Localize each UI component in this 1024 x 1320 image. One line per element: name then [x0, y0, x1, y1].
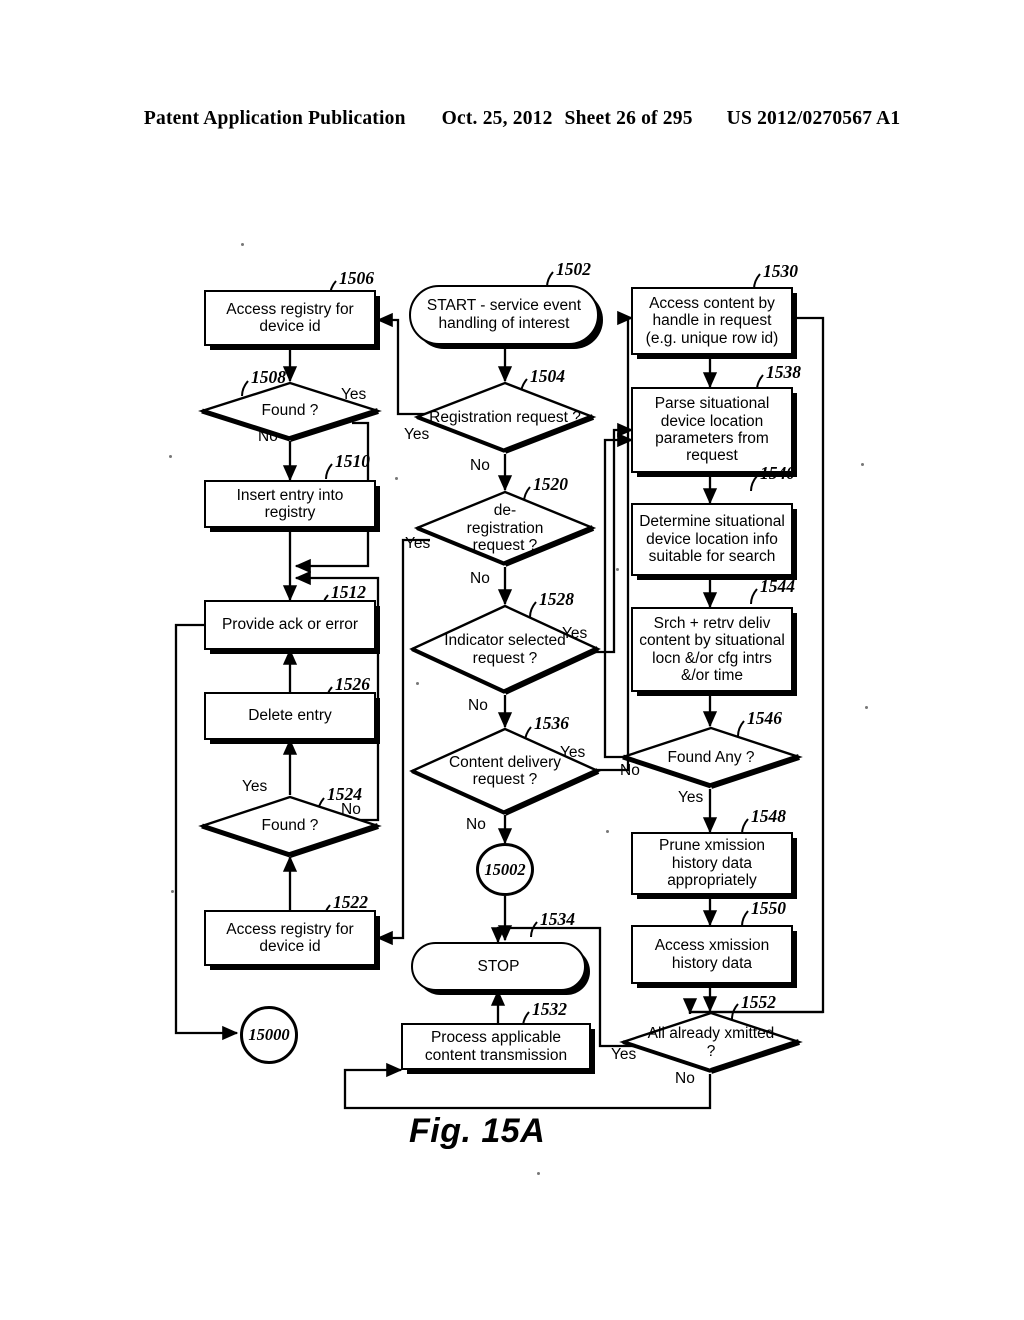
branch-label-1520-no: No	[470, 570, 490, 587]
scan-speck	[537, 1172, 540, 1175]
node-text: Prune xmission history data appropriatel…	[659, 837, 765, 890]
process-prune-xmission-history-1548: Prune xmission history data appropriatel…	[631, 832, 793, 895]
scan-speck	[395, 477, 398, 480]
ref-label-1530: 1530	[763, 261, 798, 281]
decision-content-delivery-request-1536: Content delivery request ?	[409, 727, 601, 816]
node-text: Srch + retrv deliv content by situationa…	[639, 614, 785, 684]
ref-label-1544: 1544	[760, 576, 795, 596]
branch-label-1508-no: No	[258, 428, 278, 445]
branch-label-1552-no: No	[675, 1070, 695, 1087]
decision-found-any-1546: Found Any ?	[619, 726, 803, 789]
process-search-retrieve-deliver-1544: Srch + retrv deliv content by situationa…	[631, 607, 793, 692]
branch-label-1546-no: No	[620, 762, 640, 779]
branch-label-1504-no: No	[470, 457, 490, 474]
ref-label-1512: 1512	[331, 582, 366, 602]
branch-label-1536-no: No	[466, 816, 486, 833]
branch-label-1524-yes: Yes	[242, 778, 268, 795]
node-text: Determine situational device location in…	[639, 513, 785, 566]
ref-label-1548: 1548	[751, 806, 786, 826]
patent-drawing-sheet: Patent Application Publication Oct. 25, 2…	[0, 0, 1024, 1320]
ref-label-1510: 1510	[335, 451, 370, 471]
branch-label-1504-yes: Yes	[404, 426, 430, 443]
branch-label-1528-yes: Yes	[562, 625, 588, 642]
node-text: 15002	[484, 859, 526, 879]
decision-all-already-xmitted-1552: All already xmitted ?	[619, 1011, 803, 1074]
node-text: Provide ack or error	[221, 616, 359, 634]
scan-speck	[241, 243, 244, 246]
ref-label-1534: 1534	[540, 909, 575, 929]
terminator-start-1502: START - service event handling of intere…	[409, 285, 599, 345]
offpage-connector-15002: 15002	[476, 843, 534, 896]
node-text: Access content by handle in request (e.g…	[645, 294, 779, 347]
decision-indicator-selected-request-1528: Indicator selected request ?	[409, 604, 601, 695]
decision-deregistration-request-1520: de-registration request ?	[413, 490, 597, 567]
node-text: Process applicable content transmission	[424, 1029, 568, 1064]
branch-label-1508-yes: Yes	[341, 386, 367, 403]
scan-speck	[865, 706, 868, 709]
process-determine-location-info-1540: Determine situational device location in…	[631, 503, 793, 576]
ref-label-1522: 1522	[333, 892, 368, 912]
ref-label-1504: 1504	[530, 366, 565, 386]
process-parse-location-params-1538: Parse situational device location parame…	[631, 387, 793, 473]
ref-label-1528: 1528	[539, 589, 574, 609]
terminator-stop-1534: STOP	[411, 942, 586, 991]
process-content-transmission-1532: Process applicable content transmission	[401, 1023, 591, 1070]
decision-registration-request-1504: Registration request ?	[413, 381, 597, 454]
node-text: Access registry for device id	[226, 300, 354, 335]
node-text: Parse situational device location parame…	[654, 395, 770, 465]
ref-label-1506: 1506	[339, 268, 374, 288]
ref-label-1540: 1540	[760, 463, 795, 483]
node-text: Delete entry	[248, 707, 332, 725]
node-text: Access registry for device id	[226, 920, 354, 955]
ref-label-1526: 1526	[335, 674, 370, 694]
node-text: STOP	[477, 957, 520, 975]
scan-speck	[171, 890, 174, 893]
scan-speck	[169, 455, 172, 458]
node-text: Insert entry into registry	[236, 486, 344, 521]
figure-label: Fig. 15A	[409, 1112, 546, 1150]
ref-label-1538: 1538	[766, 362, 801, 382]
branch-label-1536-yes: Yes	[560, 744, 586, 761]
scan-speck	[416, 682, 419, 685]
node-text: START - service event handling of intere…	[426, 297, 582, 332]
process-delete-entry-1526: Delete entry	[204, 692, 376, 740]
offpage-connector-15000: 15000	[240, 1006, 298, 1064]
branch-label-1520-yes: Yes	[405, 535, 431, 552]
ref-label-1550: 1550	[751, 898, 786, 918]
process-provide-ack-or-error-1512: Provide ack or error	[204, 600, 376, 650]
branch-label-1524-no: No	[341, 801, 361, 818]
ref-label-1532: 1532	[532, 999, 567, 1019]
node-text: Access xmission history data	[654, 937, 770, 972]
ref-label-1536: 1536	[534, 713, 569, 733]
ref-label-1508: 1508	[251, 367, 286, 387]
ref-label-1520: 1520	[533, 474, 568, 494]
branch-label-1546-yes: Yes	[678, 789, 704, 806]
process-access-xmission-history-1550: Access xmission history data	[631, 925, 793, 984]
process-insert-entry-registry-1510: Insert entry into registry	[204, 480, 376, 528]
process-access-registry-device-id-1522: Access registry for device id	[204, 910, 376, 966]
branch-label-1552-yes: Yes	[611, 1046, 637, 1063]
scan-speck	[606, 830, 609, 833]
ref-label-1546: 1546	[747, 708, 782, 728]
process-access-content-by-handle-1530: Access content by handle in request (e.g…	[631, 287, 793, 355]
process-access-registry-device-id-1506: Access registry for device id	[204, 290, 376, 346]
ref-label-1502: 1502	[556, 259, 591, 279]
node-text: 15000	[248, 1025, 290, 1044]
scan-speck	[861, 463, 864, 466]
branch-label-1528-no: No	[468, 697, 488, 714]
ref-label-1552: 1552	[741, 992, 776, 1012]
scan-speck	[616, 568, 619, 571]
